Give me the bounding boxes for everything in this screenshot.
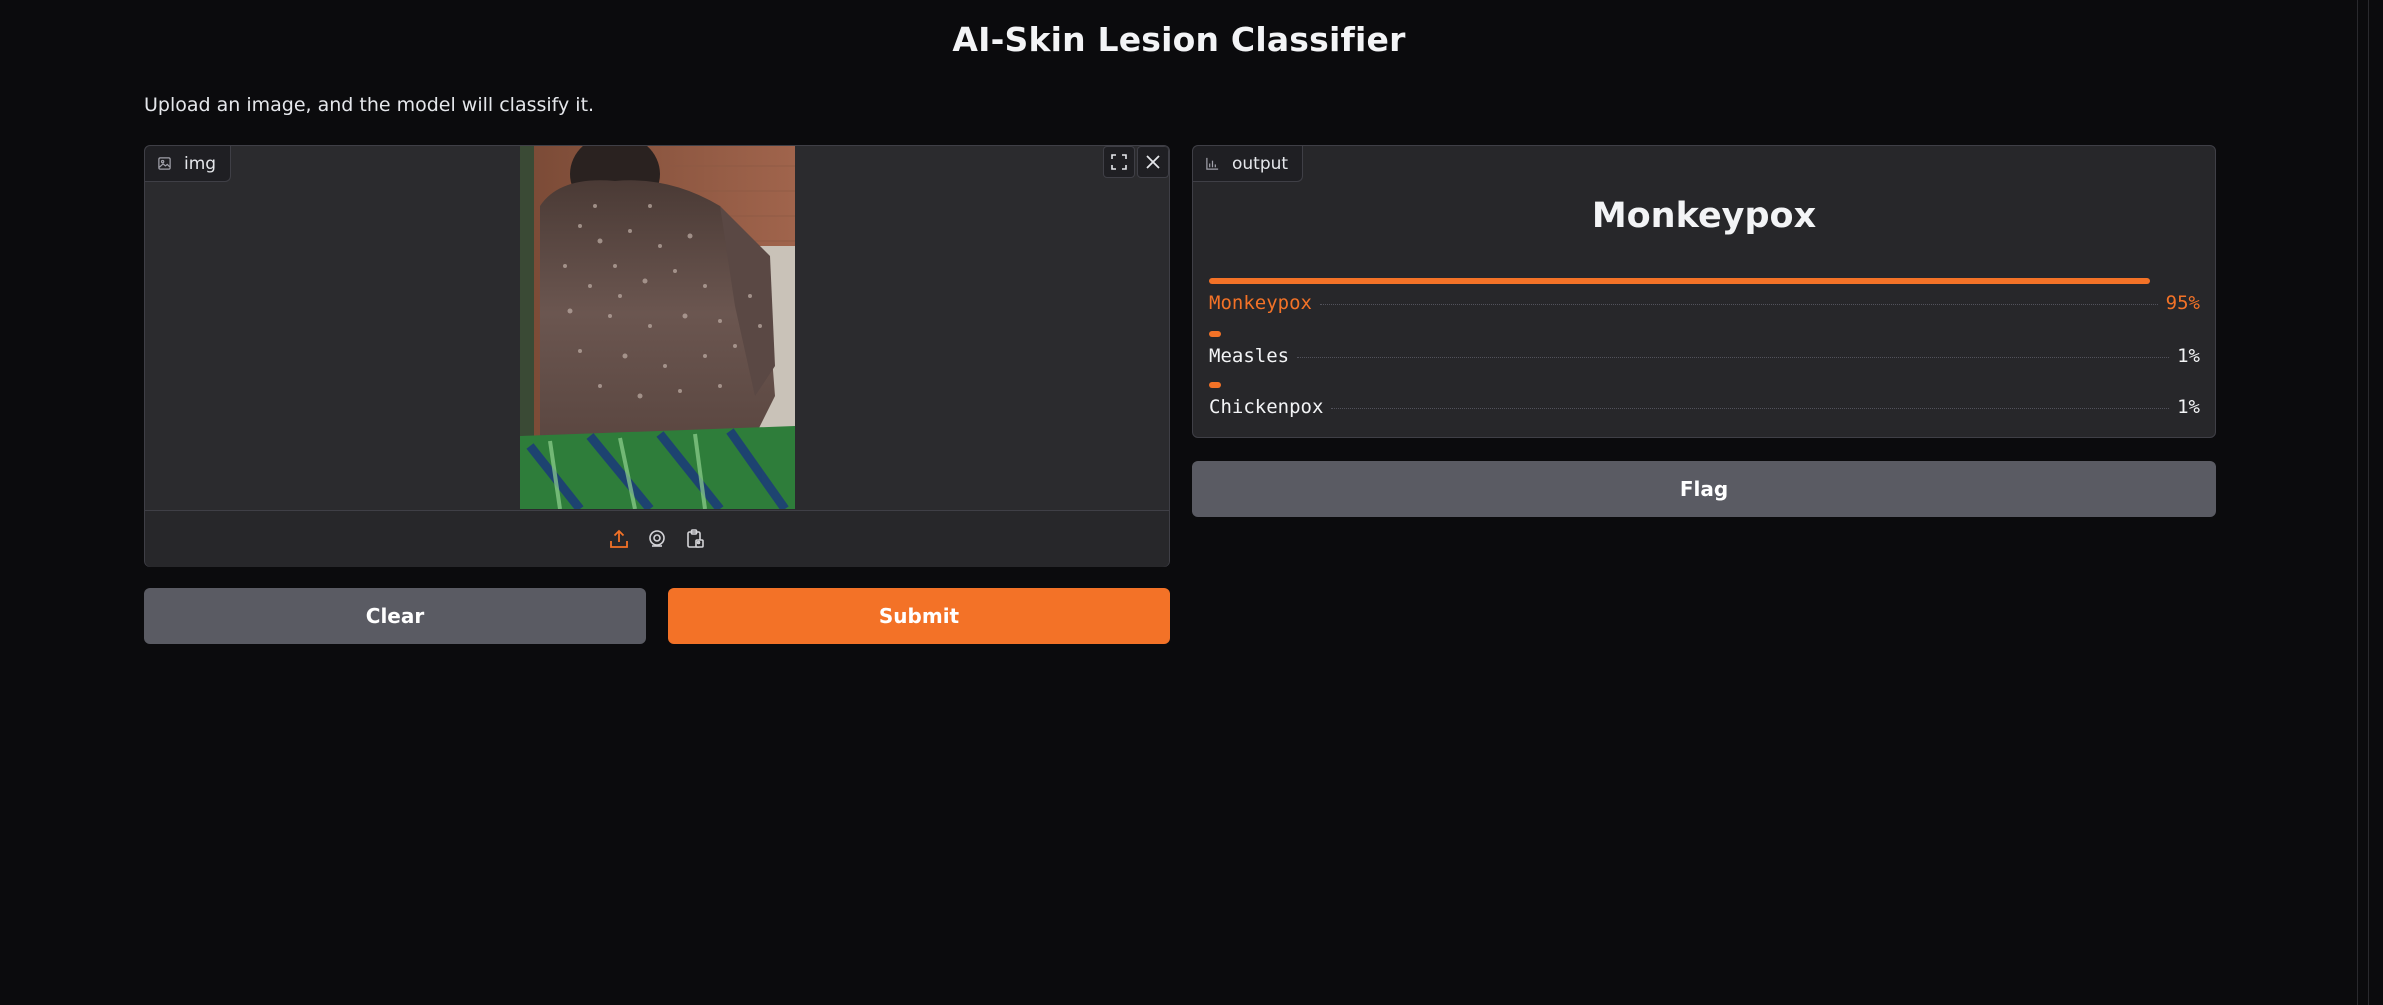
upload-source-button[interactable] <box>607 527 631 551</box>
confidence-label: Monkeypox <box>1209 292 1312 314</box>
fullscreen-icon <box>1111 154 1127 170</box>
submit-button[interactable]: Submit <box>668 588 1170 644</box>
confidence-row: Measles 1% <box>1209 331 2200 367</box>
flag-button[interactable]: Flag <box>1192 461 2216 517</box>
page-scrollbar[interactable] <box>2357 0 2369 1005</box>
confidence-value: 95% <box>2165 292 2200 314</box>
confidence-label: Chickenpox <box>1209 396 1324 418</box>
image-toolbar <box>1103 146 1169 178</box>
image-source-selector <box>145 510 1169 567</box>
confidence-bar <box>1209 382 1221 388</box>
webcam-source-button[interactable] <box>645 527 669 551</box>
output-label-text: output <box>1232 153 1289 174</box>
webcam-icon <box>649 530 665 547</box>
uploaded-photo <box>520 146 795 509</box>
image-input-panel: img <box>144 145 1170 567</box>
clipboard-icon <box>687 529 704 548</box>
fullscreen-button[interactable] <box>1103 146 1135 178</box>
predicted-label: Monkeypox <box>1591 196 1817 236</box>
confidence-value: 1% <box>2177 396 2200 418</box>
confidence-row: Monkeypox 95% <box>1209 278 2200 314</box>
output-label: output <box>1193 146 1304 182</box>
confidence-bar <box>1209 278 2151 284</box>
upload-icon <box>610 529 628 548</box>
confidence-label: Measles <box>1209 345 1290 367</box>
clear-image-button[interactable] <box>1137 146 1169 178</box>
page-description: Upload an image, and the model will clas… <box>144 94 595 116</box>
clear-button[interactable]: Clear <box>144 588 646 644</box>
confidence-value: 1% <box>2177 345 2200 367</box>
confidence-row: Chickenpox 1% <box>1209 382 2200 418</box>
image-input-label-text: img <box>184 153 217 174</box>
confidence-bar <box>1209 331 1221 337</box>
page-title: AI-Skin Lesion Classifier <box>952 20 1406 59</box>
image-input-label: img <box>145 146 232 182</box>
image-preview-area[interactable]: img <box>145 146 1169 510</box>
close-icon <box>1146 155 1160 169</box>
image-icon <box>158 157 171 170</box>
bar-chart-icon <box>1206 157 1219 170</box>
output-panel: output Monkeypox Monkeypox 95% Measles 1… <box>1192 145 2216 438</box>
clipboard-source-button[interactable] <box>683 527 707 551</box>
